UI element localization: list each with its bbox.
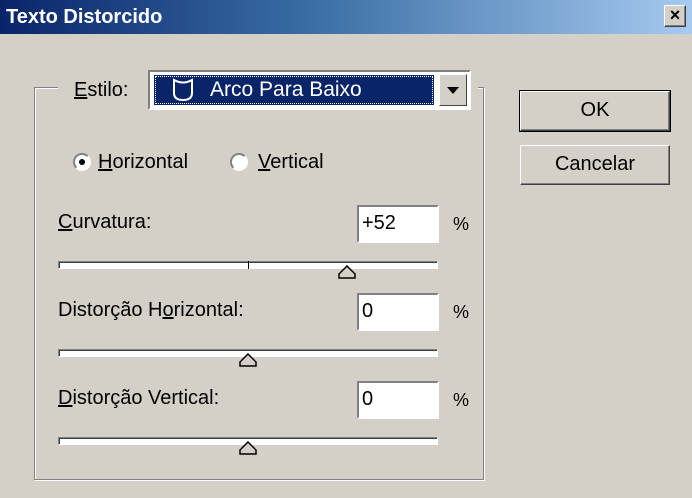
- warp-text-dialog: Texto Distorcido × Estilo: Arco Para Bai…: [0, 0, 692, 498]
- vertical-radio-label[interactable]: Vertical: [258, 150, 324, 174]
- chevron-down-icon[interactable]: [439, 74, 467, 106]
- close-icon[interactable]: ×: [664, 5, 686, 27]
- vertical-distortion-input[interactable]: 0: [357, 381, 439, 419]
- style-selected-text: Arco Para Baixo: [210, 78, 362, 101]
- dialog-title: Texto Distorcido: [6, 6, 163, 28]
- vertical-distortion-unit: %: [453, 390, 470, 410]
- horizontal-distortion-unit: %: [453, 302, 470, 322]
- horizontal-radio-label[interactable]: Horizontal: [98, 150, 188, 174]
- ok-button[interactable]: OK: [519, 90, 671, 132]
- bend-input[interactable]: +52: [357, 205, 439, 243]
- arc-lower-shape-icon: [173, 78, 193, 102]
- bend-slider-track[interactable]: [58, 261, 438, 269]
- vertical-distortion-slider-thumb[interactable]: [239, 441, 257, 455]
- vertical-radio[interactable]: [230, 153, 248, 171]
- style-label: Estilo:: [74, 79, 129, 101]
- style-selected-option: Arco Para Baixo: [154, 75, 434, 105]
- bend-label: Curvatura:: [58, 211, 152, 233]
- style-groupbox: [34, 87, 484, 480]
- horizontal-distortion-slider-thumb[interactable]: [239, 353, 257, 367]
- horizontal-distortion-label: Distorção Horizontal:: [58, 299, 244, 321]
- horizontal-distortion-input[interactable]: 0: [357, 293, 439, 331]
- cancel-button[interactable]: Cancelar: [520, 145, 670, 185]
- bend-slider-thumb[interactable]: [338, 265, 356, 279]
- style-dropdown[interactable]: Arco Para Baixo: [148, 70, 471, 110]
- bend-slider-center-mark: [248, 261, 249, 269]
- bend-unit: %: [453, 214, 470, 234]
- horizontal-radio[interactable]: [73, 153, 91, 171]
- vertical-distortion-label: Distorção Vertical:: [58, 387, 220, 409]
- title-bar[interactable]: Texto Distorcido ×: [0, 0, 692, 34]
